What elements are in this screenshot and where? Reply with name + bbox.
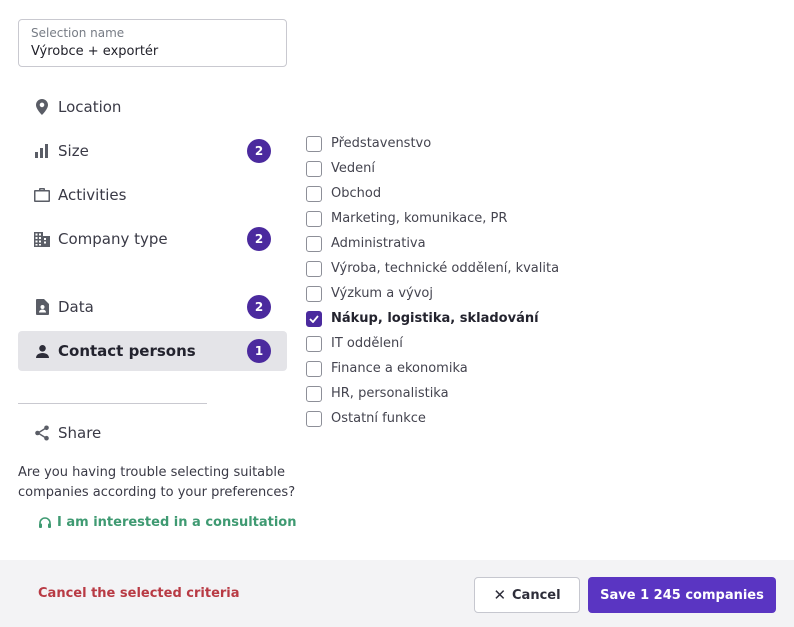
close-icon: ✕ — [493, 586, 507, 604]
checkbox-label: Ostatní funkce — [331, 411, 426, 426]
checkbox-label: Představenstvo — [331, 136, 432, 151]
checkbox-row[interactable]: Výroba, technické oddělení, kvalita — [306, 256, 559, 281]
nav-label-location: Location — [58, 98, 122, 116]
checkbox[interactable] — [306, 210, 322, 227]
checkbox[interactable] — [306, 360, 322, 377]
selection-name-label: Selection name — [31, 26, 125, 40]
checkbox-row[interactable]: HR, personalistika — [306, 381, 559, 406]
checkbox[interactable] — [306, 135, 322, 152]
selection-name-field[interactable]: Selection name Výrobce + exportér — [18, 19, 287, 67]
cancel-criteria-link[interactable]: Cancel the selected criteria — [38, 586, 240, 601]
nav-label-activities: Activities — [58, 186, 127, 204]
checkbox-label: IT oddělení — [331, 336, 403, 351]
checkbox-label: Marketing, komunikace, PR — [331, 211, 508, 226]
checkbox-label: Výroba, technické oddělení, kvalita — [331, 261, 560, 276]
checkbox[interactable] — [306, 160, 322, 177]
checkbox-row[interactable]: Ostatní funkce — [306, 406, 559, 431]
checkbox-checked[interactable] — [306, 310, 322, 327]
nav-label-company-type: Company type — [58, 230, 168, 248]
checkbox-label: Výzkum a vývoj — [331, 286, 433, 301]
data-count-badge: 2 — [247, 295, 271, 319]
consultation-link[interactable]: I am interested in a consultation — [38, 515, 297, 530]
headset-icon — [38, 516, 52, 530]
building-icon — [34, 231, 50, 247]
nav-item-activities[interactable]: Activities — [18, 175, 287, 215]
checkbox-row[interactable]: Obchod — [306, 181, 559, 206]
nav-item-contact-persons[interactable]: Contact persons 1 — [18, 331, 287, 371]
nav-label-data: Data — [58, 298, 94, 316]
share-label: Share — [58, 424, 102, 442]
consultation-label: I am interested in a consultation — [57, 515, 297, 530]
briefcase-icon — [34, 187, 50, 203]
id-card-icon — [34, 299, 50, 315]
company-type-count-badge: 2 — [247, 227, 271, 251]
checkbox[interactable] — [306, 185, 322, 202]
nav-label-contact-persons: Contact persons — [58, 342, 196, 360]
checkbox-label: HR, personalistika — [331, 386, 449, 401]
footer-bar: Cancel the selected criteria ✕ Cancel Sa… — [0, 560, 794, 627]
contact-persons-count-badge: 1 — [247, 339, 271, 363]
checkbox-label: Nákup, logistika, skladování — [331, 311, 539, 326]
person-icon — [34, 343, 50, 359]
checkbox-label: Administrativa — [331, 236, 426, 251]
nav-item-data[interactable]: Data 2 — [18, 287, 287, 327]
checkbox[interactable] — [306, 410, 322, 427]
nav-label-size: Size — [58, 142, 89, 160]
checkbox-row[interactable]: Nákup, logistika, skladování — [306, 306, 559, 331]
checkbox[interactable] — [306, 235, 322, 252]
share-icon — [34, 425, 50, 441]
checkbox[interactable] — [306, 385, 322, 402]
checkbox-row[interactable]: Vedení — [306, 156, 559, 181]
size-count-badge: 2 — [247, 139, 271, 163]
nav-item-location[interactable]: Location — [18, 87, 287, 127]
checkbox-label: Obchod — [331, 186, 382, 201]
checkbox-row[interactable]: Finance a ekonomika — [306, 356, 559, 381]
share-button[interactable]: Share — [18, 413, 287, 453]
checkbox[interactable] — [306, 335, 322, 352]
nav-item-company-type[interactable]: Company type 2 — [18, 219, 287, 259]
checkbox-row[interactable]: Představenstvo — [306, 131, 559, 156]
bar-chart-icon — [34, 143, 50, 159]
contact-function-checklist: Představenstvo Vedení Obchod Marketing, kom… — [306, 131, 559, 431]
checkbox-row[interactable]: Výzkum a vývoj — [306, 281, 559, 306]
checkbox[interactable] — [306, 285, 322, 302]
checkmark-icon — [309, 314, 319, 323]
checkbox-label: Finance a ekonomika — [331, 361, 468, 376]
help-text: Are you having trouble selecting suitabl… — [18, 465, 296, 500]
selection-name-value[interactable]: Výrobce + exportér — [31, 43, 274, 61]
checkbox-label: Vedení — [331, 161, 375, 176]
checkbox[interactable] — [306, 260, 322, 277]
sidebar-divider — [18, 403, 207, 404]
cancel-button-label: Cancel — [512, 587, 561, 603]
location-pin-icon — [34, 99, 50, 115]
cancel-button[interactable]: ✕ Cancel — [474, 577, 580, 613]
nav-item-size[interactable]: Size 2 — [18, 131, 287, 171]
checkbox-row[interactable]: Marketing, komunikace, PR — [306, 206, 559, 231]
checkbox-row[interactable]: Administrativa — [306, 231, 559, 256]
checkbox-row[interactable]: IT oddělení — [306, 331, 559, 356]
save-companies-button[interactable]: Save 1 245 companies — [588, 577, 776, 613]
